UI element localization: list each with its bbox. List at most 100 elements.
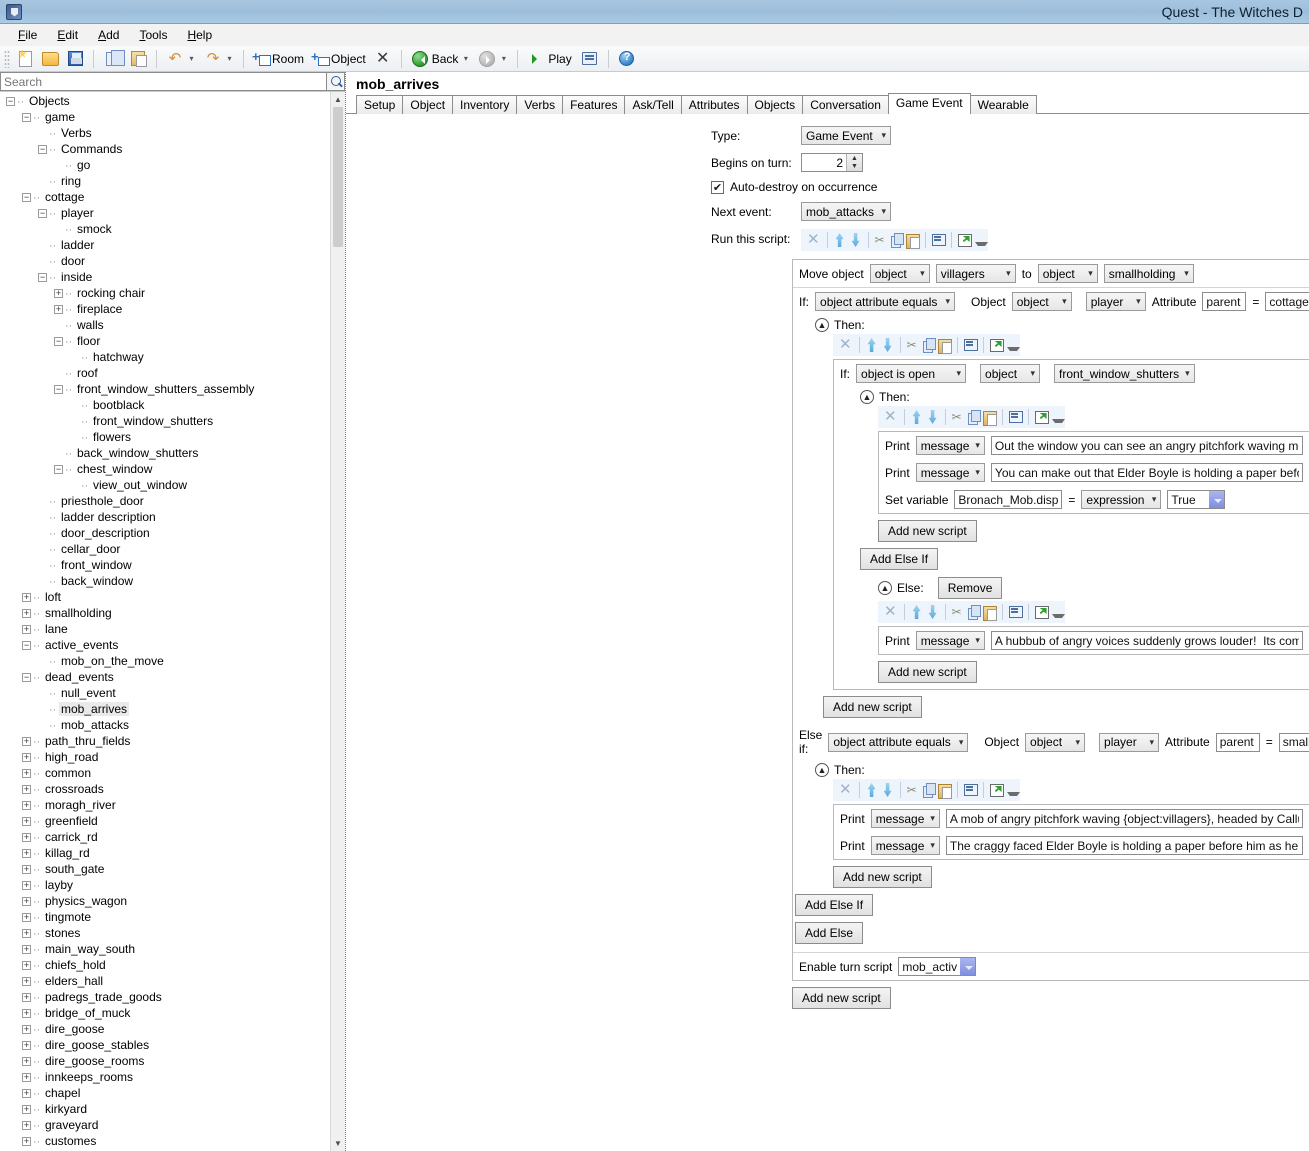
expand-toggle-icon[interactable]: + xyxy=(22,913,31,922)
tree-item-smock[interactable]: ··smock xyxy=(0,221,330,237)
collapse-toggle-icon[interactable]: − xyxy=(6,97,15,106)
add-else-button[interactable]: Add Else xyxy=(795,922,863,944)
tree-item-tingmote[interactable]: +··tingmote xyxy=(0,909,330,925)
tree-item-chapel[interactable]: +··chapel xyxy=(0,1085,330,1101)
if-outer-attribute-value-input[interactable] xyxy=(1265,292,1309,311)
tree-item-inside[interactable]: −··inside xyxy=(0,269,330,285)
enable-turn-script-input[interactable] xyxy=(898,957,960,976)
tree-item-innkeeps-rooms[interactable]: +··innkeeps_rooms xyxy=(0,1069,330,1085)
expand-toggle-icon[interactable]: + xyxy=(22,593,31,602)
delete-script-icon[interactable]: ✕ xyxy=(805,232,822,248)
move-up-icon[interactable] xyxy=(865,337,879,353)
tab-game-event[interactable]: Game Event xyxy=(888,93,971,114)
collapse-toggle-icon[interactable]: − xyxy=(22,113,31,122)
move-down-icon[interactable] xyxy=(849,232,863,248)
print-text-input[interactable] xyxy=(946,836,1303,855)
print-text-input[interactable] xyxy=(991,463,1303,482)
menu-file[interactable]: FFileile xyxy=(8,26,47,44)
expand-toggle-icon[interactable]: + xyxy=(22,897,31,906)
move-up-icon[interactable] xyxy=(910,409,924,425)
tree-item-front-window-shutters[interactable]: ··front_window_shutters xyxy=(0,413,330,429)
expand-toggle-icon[interactable]: + xyxy=(22,753,31,762)
tree-item-common[interactable]: +··common xyxy=(0,765,330,781)
tree-item-ladder-description[interactable]: ··ladder description xyxy=(0,509,330,525)
view-code-icon[interactable] xyxy=(963,783,978,797)
menu-help[interactable]: Help xyxy=(177,26,222,44)
autodestroy-checkbox[interactable]: ✔ xyxy=(711,181,724,194)
tree-item-front-window-shutters-assembly[interactable]: −··front_window_shutters_assembly xyxy=(0,381,330,397)
expand-toggle-icon[interactable]: + xyxy=(22,1089,31,1098)
copy-icon[interactable] xyxy=(922,338,936,353)
collapse-toggle-icon[interactable]: − xyxy=(54,385,63,394)
popout-icon[interactable] xyxy=(989,783,1004,797)
move-down-icon[interactable] xyxy=(926,409,940,425)
add-new-script-button[interactable]: Add new script xyxy=(823,696,922,718)
more-options-icon[interactable] xyxy=(1006,337,1016,353)
print-kind-combo[interactable]: message ▾ xyxy=(916,436,985,455)
tree-item-stones[interactable]: +··stones xyxy=(0,925,330,941)
add-new-script-button[interactable]: Add new script xyxy=(878,520,977,542)
more-options-icon[interactable] xyxy=(1051,604,1061,620)
tree-item-commands[interactable]: −··Commands xyxy=(0,141,330,157)
scroll-up-icon[interactable]: ▲ xyxy=(331,92,345,107)
remove-else-button[interactable]: Remove xyxy=(938,577,1003,599)
expand-toggle-icon[interactable]: + xyxy=(22,1025,31,1034)
collapse-toggle-icon[interactable]: − xyxy=(38,145,47,154)
expand-toggle-icon[interactable]: + xyxy=(22,977,31,986)
if-inner-object-type-combo[interactable]: object ▾ xyxy=(980,364,1040,383)
collapse-icon[interactable]: ▲ xyxy=(815,763,829,777)
move-up-icon[interactable] xyxy=(865,782,879,798)
tree-item-view-out-window[interactable]: ··view_out_window xyxy=(0,477,330,493)
delete-button[interactable]: ✕ xyxy=(371,48,395,70)
move-source-type-combo[interactable]: object ▾ xyxy=(870,264,930,283)
else-if-attribute-value-field[interactable] xyxy=(1279,733,1309,752)
tab-ask-tell[interactable]: Ask/Tell xyxy=(624,95,681,114)
tree-item-crossroads[interactable]: +··crossroads xyxy=(0,781,330,797)
tab-verbs[interactable]: Verbs xyxy=(516,95,563,114)
copy-icon[interactable] xyxy=(922,783,936,798)
add-new-script-button-root[interactable]: Add new script xyxy=(792,987,891,1009)
paste-icon[interactable] xyxy=(906,233,920,248)
popout-icon[interactable] xyxy=(1034,605,1049,619)
search-input[interactable] xyxy=(0,72,326,91)
if-inner-object-value-combo[interactable]: front_window_shutters ▾ xyxy=(1054,364,1195,383)
tree-item-main-way-south[interactable]: +··main_way_south xyxy=(0,941,330,957)
scroll-down-icon[interactable]: ▼ xyxy=(331,1136,345,1151)
expand-toggle-icon[interactable]: + xyxy=(22,785,31,794)
paste-icon[interactable] xyxy=(983,605,997,620)
add-else-if-button[interactable]: Add Else If xyxy=(795,894,873,916)
tree-item-carrick-rd[interactable]: +··carrick_rd xyxy=(0,829,330,845)
tree-item-graveyard[interactable]: +··graveyard xyxy=(0,1117,330,1133)
move-up-icon[interactable] xyxy=(833,232,847,248)
chevron-down-icon[interactable]: ▾ xyxy=(461,54,470,63)
stepper-up-icon[interactable]: ▲ xyxy=(847,154,862,163)
tab-wearable[interactable]: Wearable xyxy=(970,95,1037,114)
popout-icon[interactable] xyxy=(957,233,972,247)
expand-toggle-icon[interactable]: + xyxy=(22,1137,31,1146)
tree-item-chest-window[interactable]: −··chest_window xyxy=(0,461,330,477)
tree-item-south-gate[interactable]: +··south_gate xyxy=(0,861,330,877)
view-code-icon[interactable] xyxy=(1008,410,1023,424)
tab-objects[interactable]: Objects xyxy=(747,95,804,114)
delete-script-icon[interactable]: ✕ xyxy=(882,409,899,425)
expand-toggle-icon[interactable]: + xyxy=(22,1073,31,1082)
tree-item-hatchway[interactable]: ··hatchway xyxy=(0,349,330,365)
collapse-icon[interactable]: ▲ xyxy=(815,318,829,332)
chevron-down-icon[interactable]: ▾ xyxy=(499,54,508,63)
print-kind-combo[interactable]: message ▾ xyxy=(871,809,940,828)
tree-item-door-description[interactable]: ··door_description xyxy=(0,525,330,541)
cut-icon[interactable] xyxy=(874,233,888,248)
move-up-icon[interactable] xyxy=(910,604,924,620)
tree-item-lane[interactable]: +··lane xyxy=(0,621,330,637)
move-source-object-combo[interactable]: villagers ▾ xyxy=(936,264,1016,283)
collapse-toggle-icon[interactable]: − xyxy=(54,337,63,346)
next-event-combo[interactable]: mob_attacks ▾ xyxy=(801,202,891,221)
expand-toggle-icon[interactable]: + xyxy=(22,961,31,970)
paste-icon[interactable] xyxy=(938,783,952,798)
tree-item-moragh-river[interactable]: +··moragh_river xyxy=(0,797,330,813)
collapse-toggle-icon[interactable]: − xyxy=(38,209,47,218)
tree-item-front-window[interactable]: ··front_window xyxy=(0,557,330,573)
tab-object[interactable]: Object xyxy=(402,95,453,114)
begins-turn-input[interactable] xyxy=(802,154,846,171)
collapse-icon[interactable]: ▲ xyxy=(860,390,874,404)
